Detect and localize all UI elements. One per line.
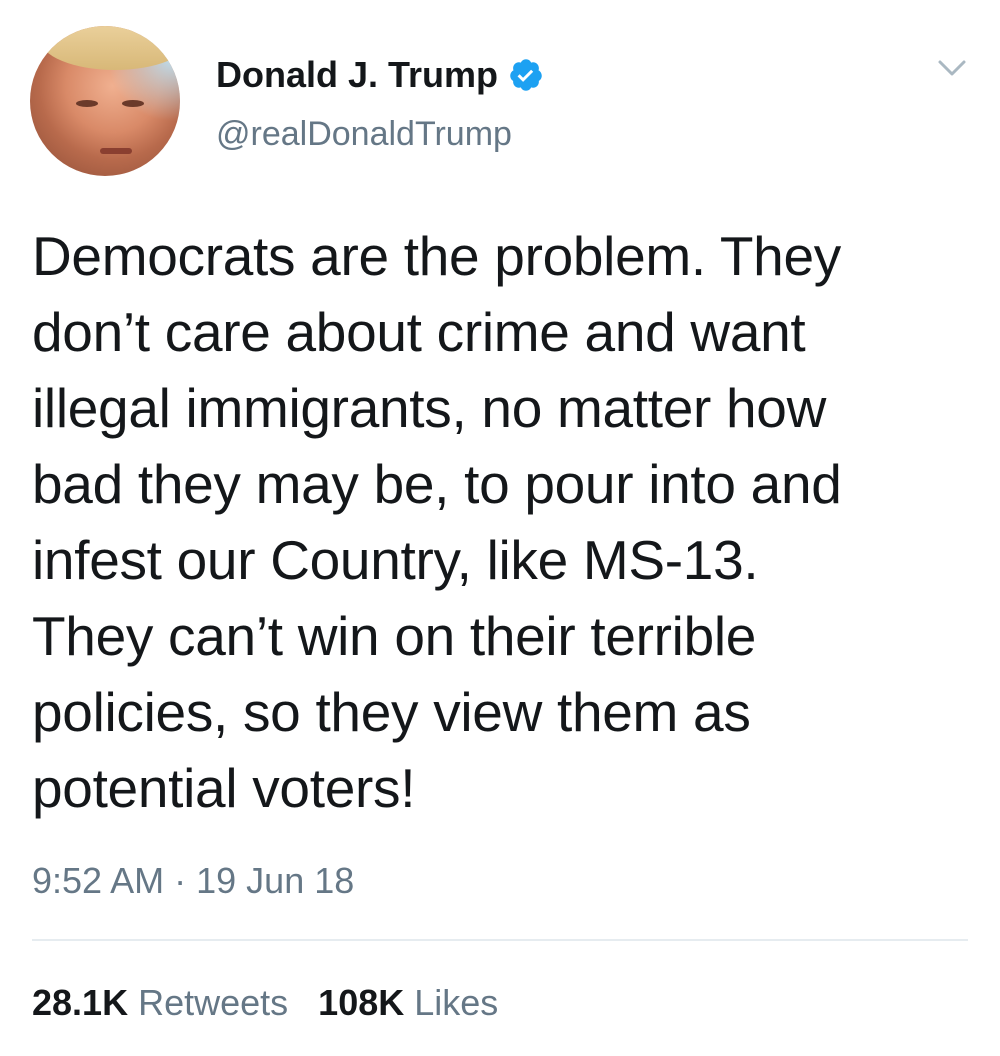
avatar-eye-left [76, 100, 98, 107]
likes-count: 108K [318, 982, 405, 1023]
tweet-text-line: don’t care about crime and want [32, 301, 806, 363]
tweet-text-line: Democrats are the problem. They [32, 225, 841, 287]
likes-label: Likes [414, 982, 499, 1023]
avatar[interactable] [30, 26, 180, 176]
chevron-down-icon[interactable] [934, 54, 970, 82]
divider [32, 939, 968, 941]
tweet-text-line: policies, so they view them as [32, 681, 751, 743]
tweet-stats: 28.1K Retweets 108K Likes [32, 980, 498, 1026]
avatar-eye-right [122, 100, 144, 107]
author-handle[interactable]: @realDonaldTrump [216, 112, 512, 156]
tweet-text: Democrats are the problem. They don’t ca… [32, 218, 972, 826]
tweet-text-line: They can’t win on their terrible [32, 605, 757, 667]
tweet-text-line: illegal immigrants, no matter how [32, 377, 827, 439]
likes-stat[interactable]: 108K Likes [318, 982, 498, 1023]
tweet-date: 19 Jun 18 [196, 860, 355, 901]
author-display-name[interactable]: Donald J. Trump [216, 52, 498, 98]
author-name-row[interactable]: Donald J. Trump [216, 52, 544, 98]
timestamp-separator: · [174, 860, 187, 901]
retweets-count: 28.1K [32, 982, 129, 1023]
tweet-text-line: infest our Country, like MS-13. [32, 529, 759, 591]
avatar-mouth [100, 148, 132, 154]
retweets-label: Retweets [138, 982, 289, 1023]
tweet-text-line: bad they may be, to pour into and [32, 453, 842, 515]
retweets-stat[interactable]: 28.1K Retweets [32, 982, 288, 1023]
tweet-time: 9:52 AM [32, 860, 165, 901]
tweet-timestamp[interactable]: 9:52 AM · 19 Jun 18 [32, 858, 354, 904]
tweet-text-line: potential voters! [32, 757, 416, 819]
verified-badge-icon [508, 57, 544, 93]
tweet-card: Donald J. Trump @realDonaldTrump Democra… [0, 0, 1000, 1056]
